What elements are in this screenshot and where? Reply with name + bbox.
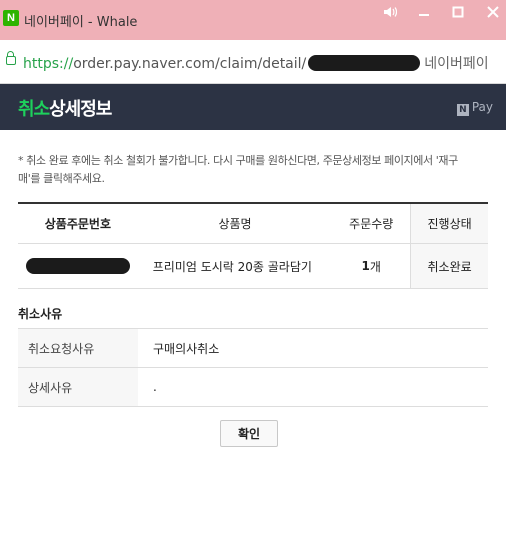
header-status: 진행상태 — [410, 204, 488, 243]
order-table: 상품주문번호 상품명 주문수량 진행상태 프리미엄 도시락 20종 골라담기 1… — [18, 202, 488, 289]
popup-header: 취소상세정보 N Pay — [0, 84, 506, 130]
reason-value: 구매의사취소 — [153, 341, 220, 356]
status-cell: 취소완료 — [410, 244, 488, 288]
reason-label: 취소요청사유 — [18, 329, 138, 367]
address-bar[interactable]: https://order.pay.naver.com/claim/detail… — [0, 40, 506, 84]
confirm-button[interactable]: 확인 — [220, 420, 278, 447]
close-icon[interactable] — [481, 6, 505, 22]
naver-app-icon: N — [3, 10, 19, 26]
page-title-accent: 취소 — [18, 99, 50, 120]
speaker-icon[interactable] — [378, 6, 402, 22]
order-number-cell — [18, 244, 138, 288]
header-quantity: 주문수량 — [349, 217, 394, 231]
reason-label: 상세사유 — [18, 368, 138, 406]
cancel-reason-table: 취소요청사유 구매의사취소 상세사유 . — [18, 328, 488, 407]
cancel-reason-title: 취소사유 — [18, 307, 63, 321]
window-titlebar: N 네이버페이 - Whale — [0, 0, 506, 40]
header-product-name: 상품명 — [218, 217, 252, 231]
url-text[interactable]: https://order.pay.naver.com/claim/detail… — [23, 53, 489, 73]
cancel-notice: * 취소 완료 후에는 취소 철회가 불가합니다. 다시 구매를 원하신다면, … — [18, 154, 458, 185]
page-title: 취소상세정보 — [18, 95, 112, 121]
npay-text: Pay — [471, 100, 493, 114]
redacted-order-number — [25, 258, 130, 274]
lock-icon — [6, 51, 16, 65]
window-title: 네이버페이 - Whale — [24, 15, 138, 30]
reason-row: 상세사유 . — [18, 368, 488, 407]
url-protocol: https:// — [23, 56, 74, 72]
npay-logo: N Pay — [456, 100, 493, 116]
redacted-order-id — [308, 55, 421, 71]
reason-value: . — [153, 380, 157, 394]
reason-row: 취소요청사유 구매의사취소 — [18, 329, 488, 368]
quantity-cell: 1개 — [332, 244, 410, 288]
product-name-cell: 프리미엄 도시락 20종 골라담기 — [152, 259, 312, 274]
page-title-rest: 상세정보 — [49, 99, 112, 120]
table-row: 프리미엄 도시락 20종 골라담기 1개 취소완료 — [18, 244, 488, 289]
url-path: order.pay.naver.com/claim/detail/ — [73, 56, 307, 72]
quantity-unit: 개 — [369, 259, 381, 274]
minimize-icon[interactable] — [412, 6, 436, 22]
maximize-icon[interactable] — [446, 6, 470, 22]
npay-n-icon: N — [456, 104, 469, 116]
order-table-header: 상품주문번호 상품명 주문수량 진행상태 — [18, 204, 488, 244]
quantity-value: 1 — [361, 259, 370, 273]
header-order-number: 상품주문번호 — [44, 217, 111, 231]
site-label: 네이버페이 — [424, 56, 489, 72]
